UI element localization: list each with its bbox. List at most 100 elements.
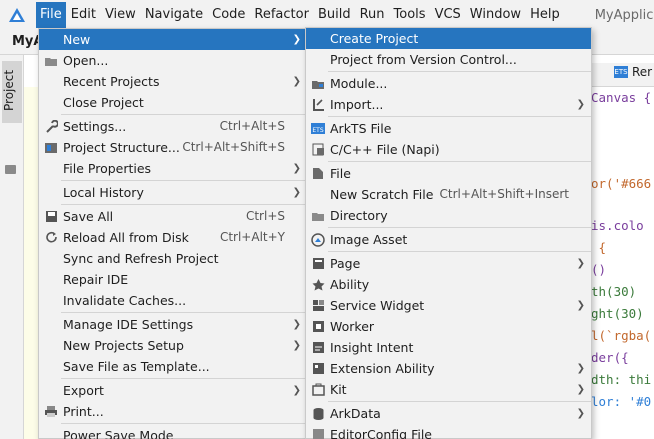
menu-item-label: Kit (330, 382, 347, 397)
menu-item-file[interactable]: File (306, 163, 591, 184)
menu-item-c-c-file-napi[interactable]: C/C++ File (Napi) (306, 139, 591, 160)
menu-item-new[interactable]: New ❯ (39, 29, 307, 50)
chevron-right-icon: ❯ (292, 34, 301, 45)
menu-item-label: ArkTS File (330, 121, 392, 136)
menubar-item-navigate[interactable]: Navigate (141, 2, 207, 28)
code-line: der({ (591, 350, 629, 365)
ets-file-icon: ETS (311, 122, 325, 135)
menu-item-label: Manage IDE Settings (63, 317, 194, 332)
menu-item-label: New Projects Setup (63, 338, 184, 353)
menu-item-import[interactable]: Import... ❯ (306, 94, 591, 115)
menu-item-label: Local History (63, 185, 144, 200)
menu-separator (61, 204, 307, 205)
chevron-right-icon: ❯ (576, 258, 585, 269)
menu-item-kit[interactable]: Kit ❯ (306, 379, 591, 400)
menu-item-new-projects-setup[interactable]: New Projects Setup ❯ (39, 335, 307, 356)
menu-item-label: Power Save Mode (63, 428, 174, 439)
menubar-item-code[interactable]: Code (208, 2, 249, 28)
code-line: th(30) (591, 284, 637, 299)
menubar-item-vcs[interactable]: VCS (431, 2, 465, 28)
menubar-item-run[interactable]: Run (356, 2, 389, 28)
menubar-item-window[interactable]: Window (466, 2, 525, 28)
save-icon (44, 210, 58, 223)
menu-item-save-file-as-template[interactable]: Save File as Template... (39, 356, 307, 377)
menu-item-reload-all-from-disk[interactable]: Reload All from Disk Ctrl+Alt+Y (39, 227, 307, 248)
wrench-icon (44, 119, 58, 133)
menu-item-editorconfig-file[interactable]: EditorConfig File (306, 424, 591, 439)
menu-item-print[interactable]: Print... (39, 401, 307, 422)
new-submenu: Create Project Project from Version Contr… (305, 27, 592, 439)
folder-icon (44, 54, 58, 67)
menu-item-label: Import... (330, 97, 384, 112)
menu-item-label: Worker (330, 319, 375, 334)
menu-item-module[interactable]: Module... (306, 73, 591, 94)
menu-item-directory[interactable]: Directory (306, 205, 591, 226)
menu-item-shortcut: Ctrl+Alt+Shift+Insert (439, 187, 569, 201)
menu-item-label: Export (63, 383, 104, 398)
menubar-item-help[interactable]: Help (526, 2, 564, 28)
menu-item-label: Print... (63, 404, 104, 419)
menu-item-new-scratch-file[interactable]: New Scratch File Ctrl+Alt+Shift+Insert (306, 184, 591, 205)
menu-item-local-history[interactable]: Local History ❯ (39, 182, 307, 203)
project-tool-tab-label: Project (2, 69, 16, 111)
menu-item-sync-and-refresh-project[interactable]: Sync and Refresh Project (39, 248, 307, 269)
menu-item-arkts-file[interactable]: ETS ArkTS File (306, 118, 591, 139)
menu-item-recent-projects[interactable]: Recent Projects ❯ (39, 71, 307, 92)
menu-item-project-structure[interactable]: Project Structure... Ctrl+Alt+Shift+S (39, 137, 307, 158)
menu-item-insight-intent[interactable]: Insight Intent (306, 337, 591, 358)
menu-item-label: EditorConfig File (330, 427, 432, 439)
menu-item-label: Page (330, 256, 361, 271)
menu-item-service-widget[interactable]: Service Widget ❯ (306, 295, 591, 316)
menubar-item-edit[interactable]: Edit (67, 2, 100, 28)
menu-item-ability[interactable]: Ability (306, 274, 591, 295)
menu-item-worker[interactable]: Worker (306, 316, 591, 337)
menu-separator (328, 71, 591, 72)
menubar-item-build[interactable]: Build (314, 2, 355, 28)
module-icon (311, 77, 325, 90)
menu-item-label: Save All (63, 209, 114, 224)
image-asset-icon (311, 232, 325, 247)
menu-item-invalidate-caches[interactable]: Invalidate Caches... (39, 290, 307, 311)
editor-tab[interactable]: ETS Rer (614, 65, 652, 79)
menubar-item-refactor[interactable]: Refactor (250, 2, 313, 28)
menu-item-label: Recent Projects (63, 74, 160, 89)
menubar-item-view[interactable]: View (101, 2, 140, 28)
app-logo-icon (8, 0, 26, 30)
menubar-item-tools[interactable]: Tools (390, 2, 430, 28)
menubar-items: File Edit View Navigate Code Refactor Build Run… (36, 2, 565, 28)
ability-icon (311, 278, 325, 291)
menu-item-project-from-version-control[interactable]: Project from Version Control... (306, 49, 591, 70)
chevron-right-icon: ❯ (576, 363, 585, 374)
menu-item-label: Directory (330, 208, 388, 223)
menu-item-create-project[interactable]: Create Project (306, 28, 591, 49)
menu-item-arkdata[interactable]: ArkData ❯ (306, 403, 591, 424)
menu-item-settings[interactable]: Settings... Ctrl+Alt+S (39, 116, 307, 137)
menu-item-close-project[interactable]: Close Project (39, 92, 307, 113)
menu-item-shortcut: Ctrl+Alt+S (219, 119, 285, 133)
chevron-right-icon: ❯ (292, 163, 301, 174)
code-line: ght(30) (591, 306, 644, 321)
menu-separator (328, 116, 591, 117)
menu-item-shortcut: Ctrl+Alt+Shift+S (182, 140, 285, 154)
menu-item-image-asset[interactable]: Image Asset (306, 229, 591, 250)
menu-item-page[interactable]: Page ❯ (306, 253, 591, 274)
extension-ability-icon (311, 362, 325, 375)
menu-item-repair-ide[interactable]: Repair IDE (39, 269, 307, 290)
page-icon (311, 257, 325, 270)
code-line: or('#666 (591, 176, 652, 191)
menu-item-save-all[interactable]: Save All Ctrl+S (39, 206, 307, 227)
menu-item-open[interactable]: Open... (39, 50, 307, 71)
app-title: MyApplicat (594, 7, 654, 23)
menu-item-export[interactable]: Export ❯ (39, 380, 307, 401)
insight-intent-icon (311, 341, 325, 354)
print-icon (44, 405, 58, 418)
menu-item-extension-ability[interactable]: Extension Ability ❯ (306, 358, 591, 379)
menu-item-manage-ide-settings[interactable]: Manage IDE Settings ❯ (39, 314, 307, 335)
file-icon (311, 167, 325, 180)
menu-item-power-save-mode[interactable]: Power Save Mode (39, 425, 307, 439)
tool-strip: Project (0, 55, 24, 439)
menubar-item-file[interactable]: File (36, 2, 66, 28)
reload-icon (44, 231, 58, 244)
menu-item-file-properties[interactable]: File Properties ❯ (39, 158, 307, 179)
menu-item-label: Save File as Template... (63, 359, 210, 374)
